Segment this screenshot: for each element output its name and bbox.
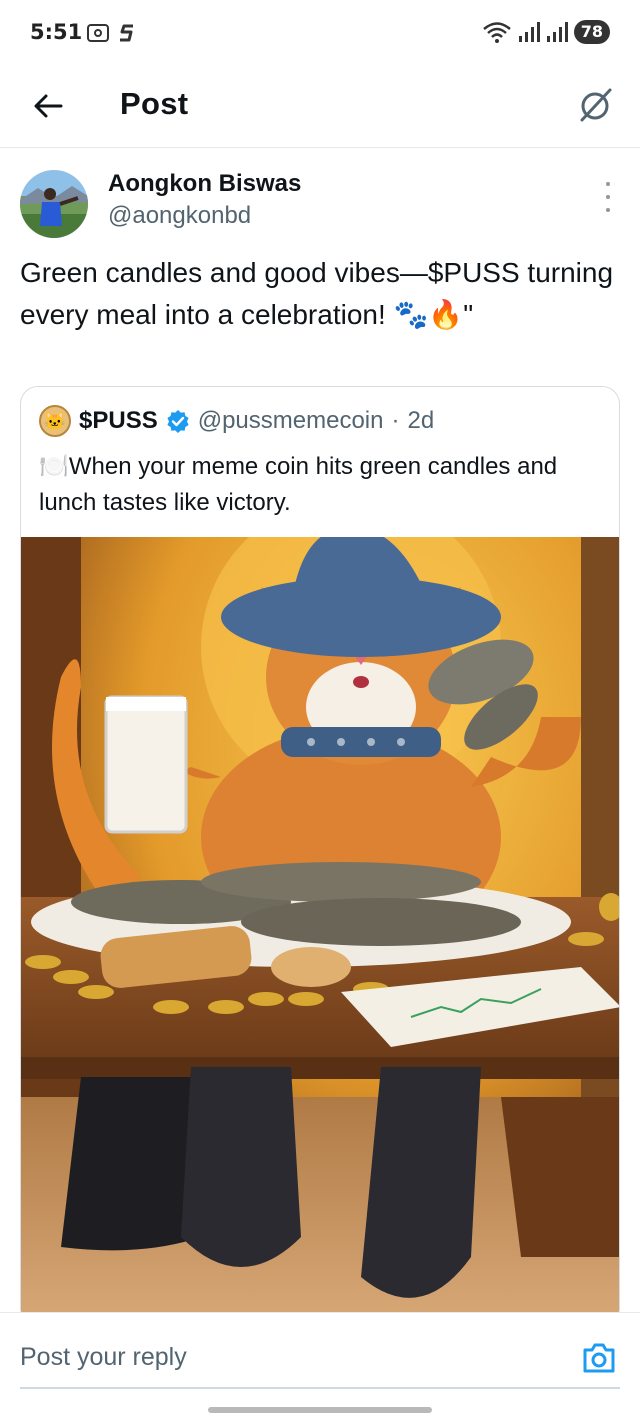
quote-header: 🐱 $PUSS @pussmemecoin · 2d: [39, 405, 434, 437]
grok-button[interactable]: [574, 83, 618, 127]
status-time: 5:51: [30, 20, 83, 44]
battery-icon: 78: [573, 20, 610, 44]
signal-icon: [546, 22, 568, 42]
signal-icon: [518, 22, 540, 42]
more-options-button[interactable]: [598, 182, 618, 212]
author-name[interactable]: Aongkon Biswas: [108, 170, 301, 198]
home-indicator[interactable]: [208, 1407, 432, 1413]
reply-input[interactable]: Post your reply: [20, 1343, 187, 1372]
separator-dot: ·: [391, 407, 400, 434]
quote-timestamp: 2d: [407, 407, 435, 434]
more-dot-icon: [606, 195, 610, 199]
s-app-icon: [120, 24, 133, 42]
screenshot-icon: [87, 24, 109, 42]
header: Post: [0, 66, 640, 148]
quote-image[interactable]: [21, 537, 619, 1325]
camera-icon[interactable]: [580, 1339, 618, 1377]
quote-author-handle: @pussmemecoin: [197, 407, 384, 434]
back-arrow-icon: [34, 94, 63, 118]
avatar[interactable]: [20, 170, 88, 238]
reply-bar: Post your reply: [0, 1312, 640, 1422]
more-dot-icon: [606, 208, 610, 212]
back-button[interactable]: [26, 84, 70, 128]
quoted-post[interactable]: 🐱 $PUSS @pussmemecoin · 2d 🍽️When your m…: [20, 386, 620, 1326]
page-title: Post: [120, 86, 189, 121]
more-dot-icon: [606, 182, 610, 186]
status-bar: 5:51 78: [0, 0, 640, 66]
grok-icon: [580, 88, 612, 122]
quote-text: 🍽️When your meme coin hits green candles…: [39, 453, 558, 516]
quote-avatar[interactable]: 🐱: [39, 405, 71, 437]
reply-underline: [20, 1387, 620, 1389]
verified-badge-icon: [167, 410, 189, 433]
quote-author-name: $PUSS: [79, 407, 158, 434]
author-handle[interactable]: @aongkonbd: [108, 202, 251, 230]
wifi-icon: [482, 22, 511, 43]
post-text: Green candles and good vibes—$PUSS turni…: [20, 257, 614, 330]
